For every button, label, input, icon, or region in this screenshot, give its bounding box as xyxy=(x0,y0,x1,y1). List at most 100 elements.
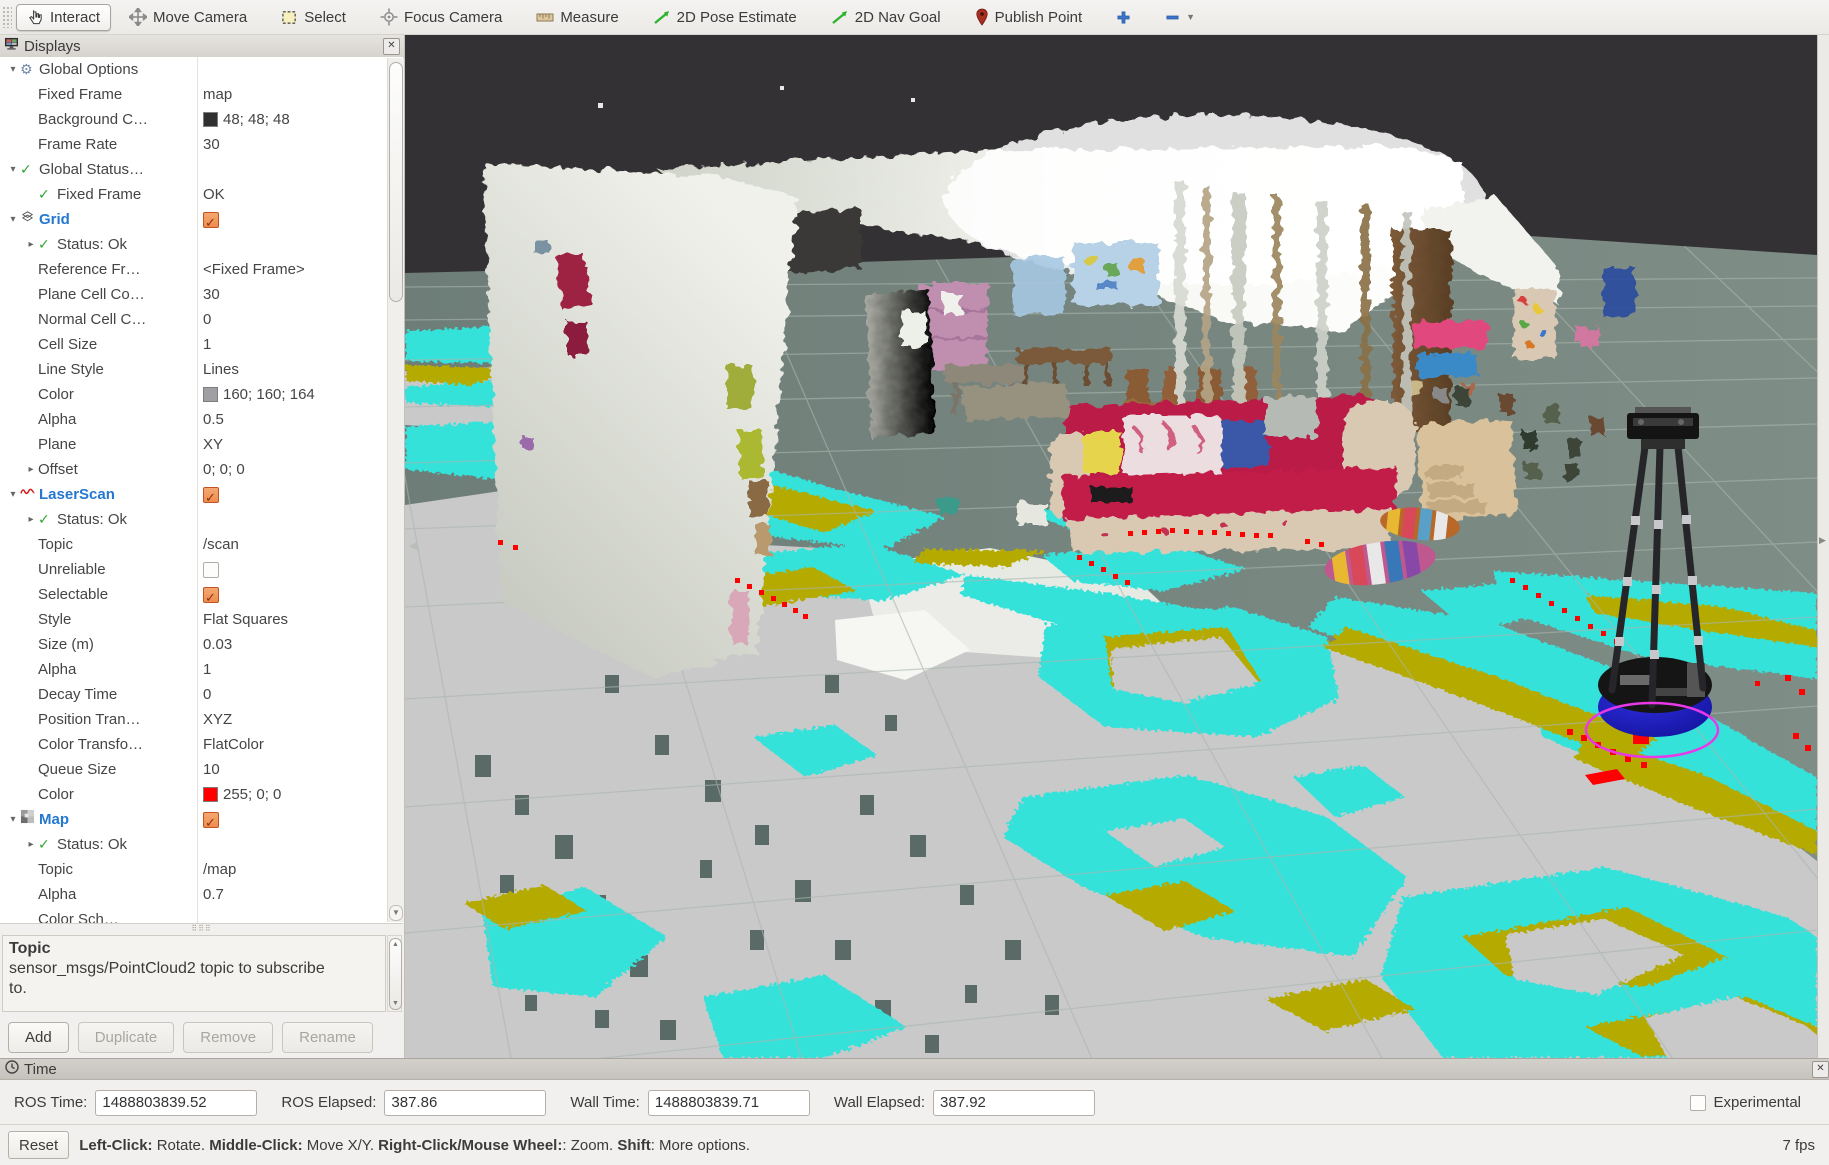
property-value[interactable] xyxy=(197,807,391,832)
tree-row[interactable]: ▾⚙Global Options xyxy=(0,57,403,82)
property-value[interactable]: 0.03 xyxy=(197,632,391,657)
tree-row[interactable]: Queue Size10 xyxy=(0,757,403,782)
expander-icon[interactable]: ▾ xyxy=(6,207,20,232)
collapse-left-icon[interactable]: ◀ xyxy=(409,540,418,552)
property-value[interactable]: 30 xyxy=(197,132,391,157)
tree-row[interactable]: Topic/scan xyxy=(0,532,403,557)
tree-row[interactable]: Color160; 160; 164 xyxy=(0,382,403,407)
tree-row[interactable]: Position Tran…XYZ xyxy=(0,707,403,732)
property-value[interactable]: 0; 0; 0 xyxy=(197,457,391,482)
property-value[interactable]: 1 xyxy=(197,332,391,357)
rename-button[interactable]: Rename xyxy=(282,1022,373,1053)
scrollbar-thumb[interactable]: ▲▼ xyxy=(389,938,402,1010)
property-value[interactable] xyxy=(197,157,391,182)
property-value[interactable]: 48; 48; 48 xyxy=(197,107,391,132)
property-value[interactable]: 1 xyxy=(197,657,391,682)
property-value[interactable]: /map xyxy=(197,857,391,882)
time-field-input[interactable] xyxy=(95,1090,257,1116)
tree-row[interactable]: Plane Cell Co…30 xyxy=(0,282,403,307)
expander-icon[interactable]: ▾ xyxy=(6,157,20,182)
tree-row[interactable]: PlaneXY xyxy=(0,432,403,457)
tree-row[interactable]: Topic/map xyxy=(0,857,403,882)
tool-2d-nav-goal[interactable]: 2D Nav Goal xyxy=(821,5,951,30)
tree-row[interactable]: Cell Size1 xyxy=(0,332,403,357)
experimental-checkbox[interactable] xyxy=(1690,1095,1706,1111)
tree-row[interactable]: ▾Map xyxy=(0,807,403,832)
time-field-input[interactable] xyxy=(648,1090,810,1116)
property-value[interactable]: 0.5 xyxy=(197,407,391,432)
property-value[interactable]: 10 xyxy=(197,757,391,782)
chevron-down-icon[interactable]: ▼ xyxy=(1186,12,1195,22)
tree-row[interactable]: Frame Rate30 xyxy=(0,132,403,157)
tree-row[interactable]: Unreliable xyxy=(0,557,403,582)
tree-row[interactable]: Background C…48; 48; 48 xyxy=(0,107,403,132)
tree-row[interactable]: ▾Grid xyxy=(0,207,403,232)
tree-row[interactable]: ▸✓Status: Ok xyxy=(0,232,403,257)
property-value[interactable]: 255; 0; 0 xyxy=(197,782,391,807)
tree-row[interactable]: ▾✓Global Status… xyxy=(0,157,403,182)
enabled-checkbox[interactable] xyxy=(203,212,219,228)
property-value[interactable] xyxy=(197,57,391,82)
enabled-checkbox[interactable] xyxy=(203,487,219,503)
property-value[interactable]: XYZ xyxy=(197,707,391,732)
expander-icon[interactable]: ▸ xyxy=(24,457,38,482)
property-value[interactable]: FlatColor xyxy=(197,732,391,757)
property-value[interactable]: 30 xyxy=(197,282,391,307)
close-icon[interactable]: ✕ xyxy=(383,38,400,55)
scrollbar-thumb[interactable] xyxy=(389,62,403,302)
expander-icon[interactable]: ▸ xyxy=(24,507,38,532)
collapse-right-icon[interactable]: ▶ xyxy=(1819,535,1826,546)
unchecked-checkbox[interactable] xyxy=(203,562,219,578)
tree-row[interactable]: ▸✓Status: Ok xyxy=(0,832,403,857)
3d-viewport[interactable]: ◀ xyxy=(405,35,1817,1058)
tree-row[interactable]: Color Sch… xyxy=(0,907,403,923)
tree-row[interactable]: ✓Fixed FrameOK xyxy=(0,182,403,207)
property-value[interactable] xyxy=(197,582,391,607)
tree-row[interactable]: Selectable xyxy=(0,582,403,607)
tool-measure[interactable]: Measure xyxy=(526,5,628,30)
tool-select[interactable]: Select xyxy=(271,5,356,30)
property-value[interactable] xyxy=(197,482,391,507)
property-value[interactable]: 0 xyxy=(197,682,391,707)
enabled-checkbox[interactable] xyxy=(203,587,219,603)
tree-row[interactable]: Alpha0.5 xyxy=(0,407,403,432)
enabled-checkbox[interactable] xyxy=(203,812,219,828)
tool-remove-button[interactable]: ▼ xyxy=(1155,6,1205,29)
property-value[interactable]: /scan xyxy=(197,532,391,557)
reset-button[interactable]: Reset xyxy=(8,1131,69,1159)
displays-tree[interactable]: ▾⚙Global OptionsFixed FramemapBackground… xyxy=(0,57,403,923)
close-icon[interactable]: ✕ xyxy=(1812,1061,1829,1078)
remove-button[interactable]: Remove xyxy=(183,1022,273,1053)
property-value[interactable] xyxy=(197,507,391,532)
tree-row[interactable]: Fixed Framemap xyxy=(0,82,403,107)
time-field-input[interactable] xyxy=(933,1090,1095,1116)
tree-row[interactable]: Decay Time0 xyxy=(0,682,403,707)
property-value[interactable]: 160; 160; 164 xyxy=(197,382,391,407)
tool-publish-point[interactable]: Publish Point xyxy=(965,4,1093,30)
tree-row[interactable]: Color Transfo…FlatColor xyxy=(0,732,403,757)
property-value[interactable] xyxy=(197,207,391,232)
tree-row[interactable]: Size (m)0.03 xyxy=(0,632,403,657)
tree-row[interactable]: Color255; 0; 0 xyxy=(0,782,403,807)
tree-row[interactable]: ▾LaserScan xyxy=(0,482,403,507)
tool-add-button[interactable] xyxy=(1106,6,1141,29)
expander-icon[interactable]: ▾ xyxy=(6,807,20,832)
property-value[interactable]: <Fixed Frame> xyxy=(197,257,391,282)
property-value[interactable]: XY xyxy=(197,432,391,457)
time-panel-titlebar[interactable]: Time ✕ xyxy=(0,1058,1829,1080)
displays-scrollbar[interactable]: ▼ xyxy=(387,58,403,922)
expander-icon[interactable]: ▸ xyxy=(24,832,38,857)
toolbar-drag-handle[interactable] xyxy=(2,6,12,28)
tool-move-camera[interactable]: Move Camera xyxy=(119,4,257,30)
tree-row[interactable]: Normal Cell C…0 xyxy=(0,307,403,332)
tree-row[interactable]: Reference Fr…<Fixed Frame> xyxy=(0,257,403,282)
experimental-option[interactable]: Experimental xyxy=(1690,1094,1801,1111)
duplicate-button[interactable]: Duplicate xyxy=(78,1022,175,1053)
expander-icon[interactable]: ▾ xyxy=(6,57,20,82)
tree-row[interactable]: Alpha0.7 xyxy=(0,882,403,907)
property-value[interactable]: map xyxy=(197,82,391,107)
tool-focus-camera[interactable]: Focus Camera xyxy=(370,4,512,30)
property-value[interactable] xyxy=(197,907,391,923)
tree-row[interactable]: ▸Offset0; 0; 0 xyxy=(0,457,403,482)
time-field-input[interactable] xyxy=(384,1090,546,1116)
